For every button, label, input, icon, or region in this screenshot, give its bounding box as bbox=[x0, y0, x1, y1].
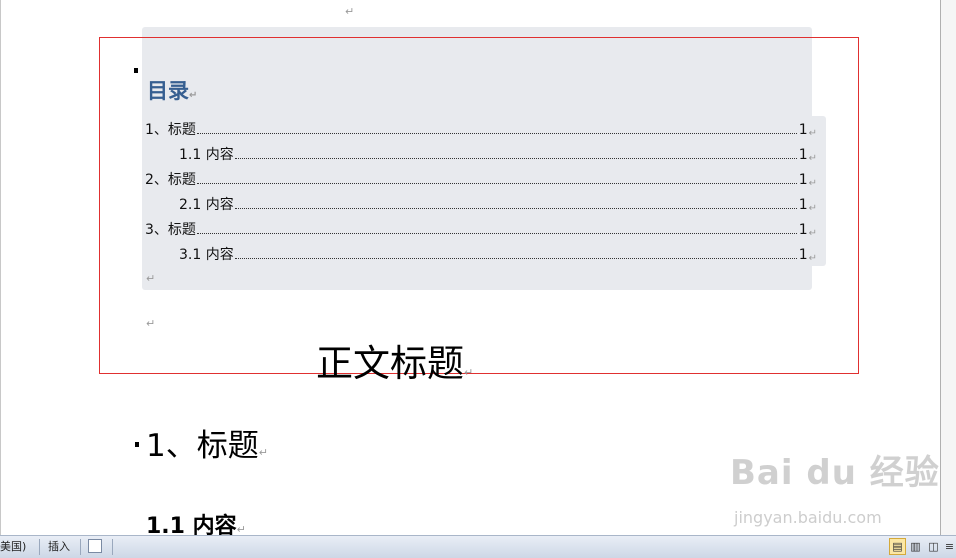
language-status[interactable]: 美国) bbox=[0, 539, 26, 555]
heading-2-text: 1.1 内容 bbox=[146, 514, 237, 535]
paragraph-mark: ↵ bbox=[345, 5, 355, 18]
print-layout-view-icon[interactable]: ▤ bbox=[889, 538, 906, 555]
page-left-edge bbox=[0, 0, 1, 535]
vertical-scroll-strip[interactable] bbox=[941, 0, 956, 535]
paragraph-mark: ↵ bbox=[258, 446, 268, 459]
full-screen-reading-icon[interactable]: ▥ bbox=[907, 538, 924, 555]
paragraph-mark: ↵ bbox=[236, 523, 246, 535]
heading-1[interactable]: 1、标题↵ bbox=[146, 426, 268, 473]
document-canvas[interactable]: ↵ 目录↵ 1、标题 1 ↵ 1.1 内容 1 ↵ 2、标题 1 ↵ 2.1 内容 1 ↵ 3、… bbox=[0, 0, 956, 535]
selection-highlight-box bbox=[99, 37, 859, 374]
status-separator bbox=[39, 539, 40, 555]
body-title-text: 正文标题 bbox=[316, 342, 464, 385]
body-title[interactable]: 正文标题↵ bbox=[316, 342, 473, 395]
status-bar: 美国) 插入 ▤ ▥ ◫ ≡ bbox=[0, 535, 956, 558]
heading-1-text: 1、标题 bbox=[146, 428, 259, 464]
web-layout-icon[interactable]: ◫ bbox=[925, 538, 942, 555]
baidu-watermark: Bai du 经验 jingyan.baidu.com bbox=[730, 452, 939, 535]
paragraph-mark: ↵ bbox=[464, 366, 474, 379]
status-separator bbox=[80, 539, 81, 555]
bullet-mark bbox=[135, 442, 139, 447]
heading-2[interactable]: 1.1 内容↵ bbox=[146, 512, 246, 535]
status-separator bbox=[112, 539, 113, 555]
insert-mode-status[interactable]: 插入 bbox=[48, 539, 70, 555]
baidu-logo: Bai du 经验 bbox=[730, 453, 940, 493]
outline-view-icon[interactable]: ≡ bbox=[943, 538, 956, 555]
macro-record-icon[interactable] bbox=[88, 539, 102, 553]
watermark-url: jingyan.baidu.com bbox=[734, 508, 882, 527]
